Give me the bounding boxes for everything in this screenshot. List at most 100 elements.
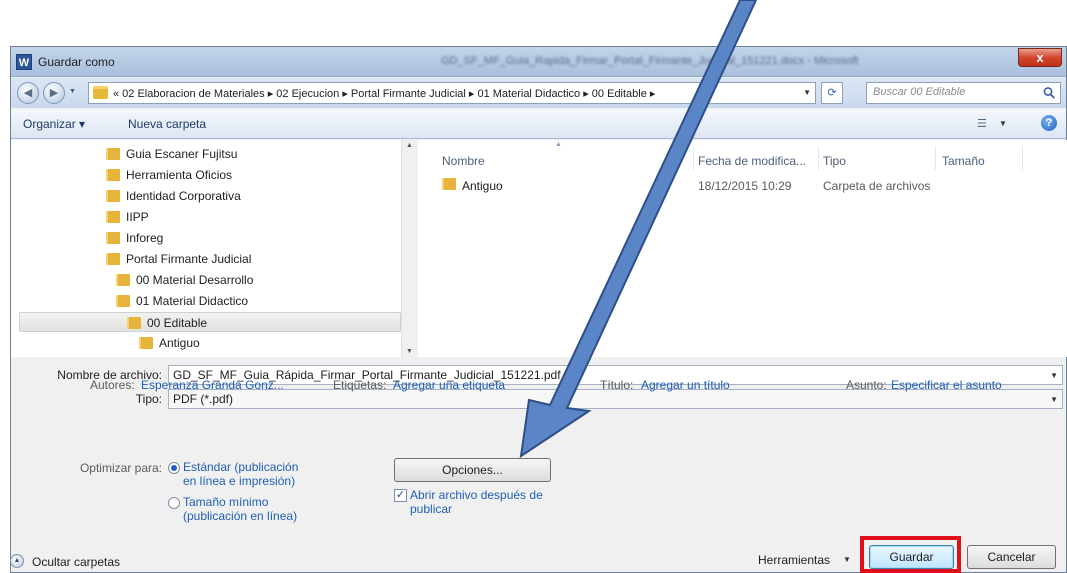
tree-item[interactable]: Herramienta Oficios [106, 165, 396, 185]
options-button[interactable]: Opciones... [394, 458, 551, 482]
organize-button[interactable]: Organizar ▾ [23, 117, 85, 131]
filename-dropdown-icon[interactable]: ▼ [1050, 371, 1058, 380]
title-meta-label: Título: [600, 378, 634, 392]
highlight-box [860, 536, 961, 573]
help-icon[interactable]: ? [1041, 115, 1057, 131]
open-after-label[interactable]: Abrir archivo después de publicar [410, 488, 543, 516]
table-row[interactable]: Antiguo 18/12/2015 10:29 Carpeta de arch… [442, 174, 1042, 196]
open-after-line1: Abrir archivo después de [410, 488, 543, 502]
tree-item-label: Herramienta Oficios [126, 168, 233, 182]
folder-icon [127, 317, 141, 329]
search-icon[interactable] [1042, 86, 1056, 100]
tree-item-label: Inforeg [126, 231, 164, 245]
close-button[interactable]: x [1018, 48, 1062, 67]
open-after-line2: publicar [410, 502, 453, 516]
radio-minimum-label[interactable]: Tamaño mínimo (publicación en línea) [183, 495, 297, 523]
folder-icon [106, 148, 120, 160]
tree-item-label: Identidad Corporativa [126, 189, 241, 203]
open-after-checkbox[interactable]: ✓ [394, 489, 407, 502]
column-separator[interactable] [818, 146, 819, 170]
history-dropdown-icon[interactable]: ▼ [69, 88, 76, 95]
tree-item[interactable]: IIPP [106, 207, 396, 227]
radio-minimum-line1: Tamaño mínimo [183, 495, 269, 509]
tree-item[interactable]: 01 Material Didactico [116, 291, 396, 311]
breadcrumb[interactable]: « 02 Elaboracion de Materiales ▸ 02 Ejec… [113, 87, 775, 100]
tree-item[interactable]: Identidad Corporativa [106, 186, 396, 206]
folder-icon [93, 86, 108, 99]
folder-icon [106, 169, 120, 181]
tree-item-label: 01 Material Didactico [136, 294, 249, 308]
tags-value[interactable]: Agregar una etiqueta [393, 378, 505, 392]
scroll-up-icon[interactable]: ▲ [406, 142, 413, 149]
radio-standard-line1: Estándar (publicación [183, 460, 299, 474]
forward-button[interactable]: ▶ [43, 82, 65, 104]
word-app-icon: W [16, 54, 32, 70]
column-header-name[interactable]: Nombre [442, 154, 485, 168]
tree-item[interactable]: Guia Escaner Fujitsu [106, 144, 396, 164]
tree-item[interactable]: 00 Material Desarrollo [116, 270, 396, 290]
tree-item[interactable]: Antiguo [139, 333, 396, 353]
column-header-type[interactable]: Tipo [823, 154, 846, 168]
title-meta-value[interactable]: Agregar un título [641, 378, 730, 392]
column-header-size[interactable]: Tamaño [942, 154, 985, 168]
authors-label: Autores: [90, 378, 135, 392]
file-list: ▲ Nombre Fecha de modifica... Tipo Tamañ… [418, 140, 1067, 357]
folder-tree: Guia Escaner Fujitsu Herramienta Oficios… [11, 140, 417, 357]
refresh-button[interactable]: ⟳ [821, 82, 843, 104]
address-bar[interactable]: « 02 Elaboracion de Materiales ▸ 02 Ejec… [88, 82, 816, 104]
tools-dropdown-icon[interactable]: ▼ [843, 555, 851, 564]
folder-icon [116, 274, 130, 286]
tree-item[interactable]: Inforeg [106, 228, 396, 248]
tree-item-label: IIPP [126, 210, 149, 224]
type-dropdown-icon[interactable]: ▼ [1050, 395, 1058, 404]
hide-folders-link[interactable]: Ocultar carpetas [32, 555, 120, 569]
radio-standard[interactable] [168, 462, 180, 474]
column-header-date[interactable]: Fecha de modifica... [698, 154, 806, 168]
tree-scrollbar[interactable]: ▲ ▼ [401, 140, 417, 357]
search-input[interactable] [873, 86, 1033, 98]
view-dropdown-icon[interactable]: ▼ [999, 119, 1007, 128]
file-date: 18/12/2015 10:29 [698, 179, 792, 193]
optimize-label: Optimizar para: [79, 461, 162, 475]
dialog-title: Guardar como [38, 55, 115, 69]
folder-icon [106, 211, 120, 223]
toolbar: Organizar ▾ Nueva carpeta ☰ ▼ ? [11, 109, 1066, 139]
folder-icon [106, 190, 120, 202]
tree-item-selected[interactable]: 00 Editable [19, 312, 401, 332]
sort-arrow-icon: ▲ [555, 141, 562, 148]
tools-menu[interactable]: Herramientas [758, 553, 830, 567]
back-button[interactable]: ◀ [17, 82, 39, 104]
tree-item-label: Antiguo [159, 336, 200, 350]
tree-item[interactable]: Portal Firmante Judicial [106, 249, 396, 269]
folder-icon [116, 295, 130, 307]
subject-value[interactable]: Especificar el asunto [891, 378, 1002, 392]
tags-label: Etiquetas: [333, 378, 387, 392]
tree-item-label: Guia Escaner Fujitsu [126, 147, 238, 161]
authors-value[interactable]: Esperanza Granda Gonz... [141, 378, 284, 392]
file-name: Antiguo [462, 179, 503, 193]
radio-standard-label[interactable]: Estándar (publicación en línea e impresi… [183, 460, 298, 488]
view-options-icon[interactable]: ☰ [977, 117, 991, 130]
background-window-title: GD_SF_MF_Guia_Rapida_Firmar_Portal_Firma… [441, 55, 861, 67]
subject-label: Asunto: [846, 378, 887, 392]
scroll-down-icon[interactable]: ▼ [406, 348, 413, 355]
search-box[interactable] [866, 82, 1061, 104]
title-bar: W Guardar como GD_SF_MF_Guia_Rapida_Firm… [11, 47, 1066, 77]
radio-minimum-line2: (publicación en línea) [183, 509, 298, 523]
tree-item-label: 00 Editable [147, 316, 208, 330]
hide-folders-icon[interactable]: ▲ [10, 554, 24, 568]
new-folder-button[interactable]: Nueva carpeta [128, 117, 206, 131]
tree-item-label: 00 Material Desarrollo [136, 273, 254, 287]
radio-minimum[interactable] [168, 497, 180, 509]
column-separator[interactable] [935, 146, 936, 170]
folder-icon [139, 337, 153, 349]
column-separator[interactable] [1022, 146, 1023, 170]
address-dropdown-icon[interactable]: ▼ [803, 88, 811, 97]
type-select[interactable]: PDF (*.pdf) ▼ [168, 389, 1063, 409]
folder-icon [106, 232, 120, 244]
type-label: Tipo: [135, 392, 162, 406]
folder-icon [106, 253, 120, 265]
cancel-button[interactable]: Cancelar [967, 545, 1056, 569]
column-separator[interactable] [693, 146, 694, 170]
type-value: PDF (*.pdf) [173, 392, 234, 406]
